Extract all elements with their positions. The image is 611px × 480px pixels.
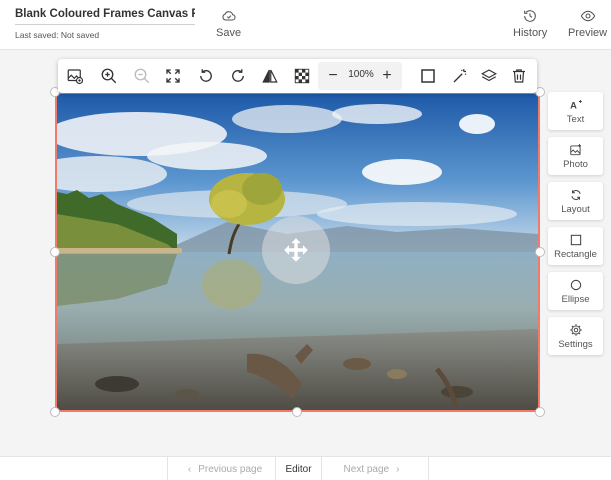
zoom-control: − 100% + bbox=[318, 62, 402, 90]
save-status: Last saved: Not saved bbox=[15, 30, 100, 40]
replace-image-icon[interactable] bbox=[64, 65, 86, 87]
add-ellipse-button[interactable]: Ellipse bbox=[548, 272, 603, 310]
flip-icon[interactable] bbox=[259, 65, 281, 87]
canvas-frame[interactable] bbox=[55, 92, 540, 412]
document-title[interactable]: Blank Coloured Frames Canvas P... bbox=[15, 8, 195, 25]
chevron-right-icon: › bbox=[396, 463, 400, 475]
rotate-right-icon[interactable] bbox=[227, 65, 249, 87]
rotate-left-icon[interactable] bbox=[195, 65, 217, 87]
delete-icon[interactable] bbox=[508, 65, 530, 87]
move-handle[interactable] bbox=[262, 216, 330, 284]
resize-handle-middle-right[interactable] bbox=[535, 247, 545, 257]
move-arrows-icon bbox=[284, 238, 308, 262]
layers-icon[interactable] bbox=[478, 65, 500, 87]
layout-button[interactable]: Layout bbox=[548, 182, 603, 220]
previous-page-button[interactable]: ‹ Previous page bbox=[167, 457, 275, 480]
cloud-check-icon bbox=[221, 11, 236, 21]
resize-handle-middle-left[interactable] bbox=[50, 247, 60, 257]
photo-tool-label: Photo bbox=[563, 158, 588, 170]
add-photo-button[interactable]: Photo bbox=[548, 137, 603, 175]
resize-handle-bottom-right[interactable] bbox=[535, 407, 545, 417]
layout-tool-label: Layout bbox=[561, 203, 590, 215]
ellipse-icon bbox=[570, 279, 581, 290]
transparency-icon[interactable] bbox=[291, 65, 313, 87]
text-add-icon: A bbox=[570, 99, 582, 110]
history-icon bbox=[524, 10, 536, 22]
add-rectangle-button[interactable]: Rectangle bbox=[548, 227, 603, 265]
page-navigation: ‹ Previous page Editor Next page › bbox=[0, 456, 611, 480]
zoom-out-icon[interactable] bbox=[131, 65, 153, 87]
editor-tab[interactable]: Editor bbox=[275, 457, 321, 480]
preview-label: Preview bbox=[568, 27, 608, 39]
ellipse-tool-label: Ellipse bbox=[561, 293, 590, 305]
save-button[interactable]: Save bbox=[216, 8, 241, 39]
previous-page-label: Previous page bbox=[198, 463, 263, 475]
history-label: History bbox=[513, 27, 548, 39]
zoom-level: 100% bbox=[348, 69, 374, 80]
settings-button[interactable]: Settings bbox=[548, 317, 603, 355]
rectangle-tool-label: Rectangle bbox=[554, 248, 597, 260]
gear-icon bbox=[569, 323, 582, 336]
chevron-left-icon: ‹ bbox=[187, 463, 192, 475]
save-label: Save bbox=[216, 27, 242, 39]
settings-tool-label: Settings bbox=[558, 338, 593, 350]
photo-add-icon bbox=[569, 143, 581, 155]
zoom-minus-button[interactable]: − bbox=[324, 67, 342, 85]
next-page-button[interactable]: Next page › bbox=[321, 457, 429, 480]
zoom-in-icon[interactable] bbox=[98, 65, 120, 87]
layout-icon bbox=[570, 189, 581, 200]
resize-handle-bottom-left[interactable] bbox=[50, 407, 60, 417]
magic-wand-icon[interactable] bbox=[449, 65, 471, 87]
eye-icon bbox=[580, 10, 595, 22]
add-text-button[interactable]: A Text bbox=[548, 92, 603, 130]
next-page-label: Next page bbox=[343, 463, 390, 475]
history-button[interactable]: History bbox=[513, 8, 547, 39]
border-icon[interactable] bbox=[417, 65, 439, 87]
preview-button[interactable]: Preview bbox=[568, 8, 607, 39]
fit-screen-icon[interactable] bbox=[162, 65, 184, 87]
zoom-plus-button[interactable]: + bbox=[378, 67, 396, 85]
top-bar: Blank Coloured Frames Canvas P... Last s… bbox=[0, 0, 611, 50]
resize-handle-bottom-center[interactable] bbox=[292, 407, 302, 417]
svg-text:A: A bbox=[570, 100, 577, 110]
image-toolbar: − 100% + bbox=[58, 59, 537, 93]
text-tool-label: Text bbox=[566, 113, 585, 125]
rectangle-icon bbox=[570, 234, 581, 245]
